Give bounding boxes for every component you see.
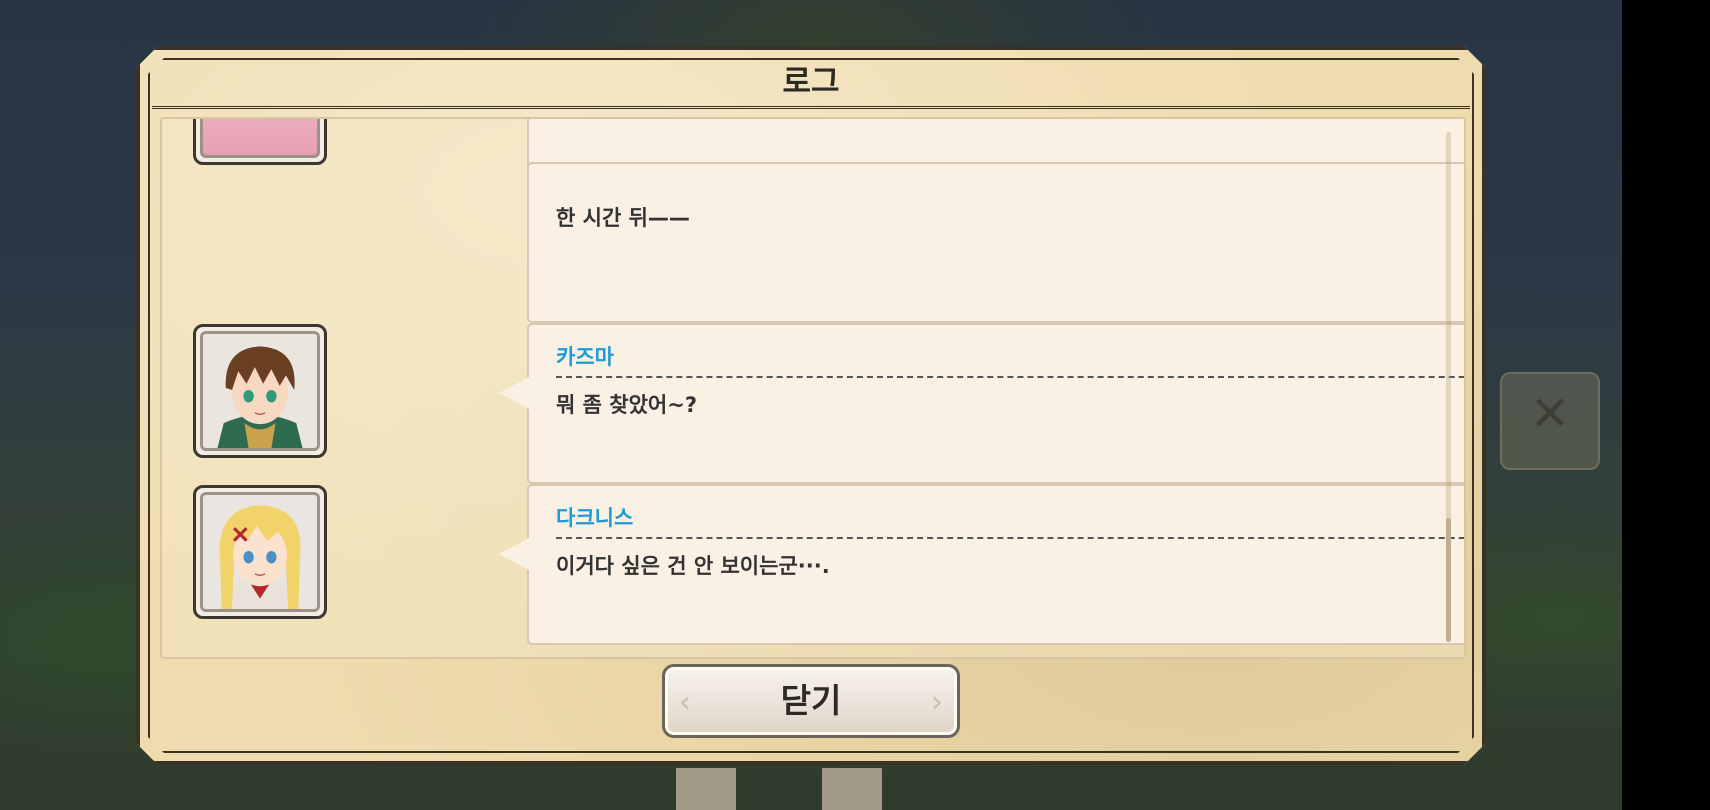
log-message: 이거다 싶은 건 안 보이는군···.: [556, 554, 830, 578]
close-button[interactable]: ‹ › 닫기: [662, 664, 960, 738]
name-divider: [556, 376, 1464, 378]
close-button-label: 닫기: [780, 681, 842, 720]
speech-pointer: [499, 377, 529, 409]
log-entry: 한 시간 뒤——: [527, 162, 1464, 323]
dialog-title: 로그: [782, 64, 840, 100]
avatar-darkness: [193, 485, 327, 619]
speaker-name: 다크니스: [556, 506, 634, 530]
background-skip-button: ✕: [1500, 372, 1600, 470]
close-x-icon: ✕: [1529, 386, 1571, 442]
log-message: 뭐 좀 찾았어~?: [556, 393, 697, 417]
darkness-portrait-icon: [203, 495, 317, 609]
log-entry: 다크니스 이거다 싶은 건 안 보이는군···.: [499, 484, 1464, 645]
title-divider: [152, 106, 1470, 109]
name-divider: [556, 537, 1464, 539]
log-message: 한 시간 뒤——: [556, 206, 690, 230]
log-entry: 카즈마 뭐 좀 찾았어~?: [499, 323, 1464, 484]
speaker-name: 카즈마: [556, 345, 614, 369]
scrollbar-thumb[interactable]: [1446, 518, 1451, 642]
avatar-kazuma: [193, 324, 327, 458]
speech-pointer: [499, 538, 529, 570]
log-list[interactable]: 한 시간 뒤—— 카즈마 뭐 좀 찾았어~? 다크니스 이거다 싶은 건 안 보…: [160, 117, 1466, 659]
background-post: [822, 768, 882, 810]
background-post: [676, 768, 736, 810]
kazuma-portrait-icon: [203, 334, 317, 448]
avatar: [193, 119, 327, 165]
screen-edge-bar: [1622, 0, 1710, 810]
